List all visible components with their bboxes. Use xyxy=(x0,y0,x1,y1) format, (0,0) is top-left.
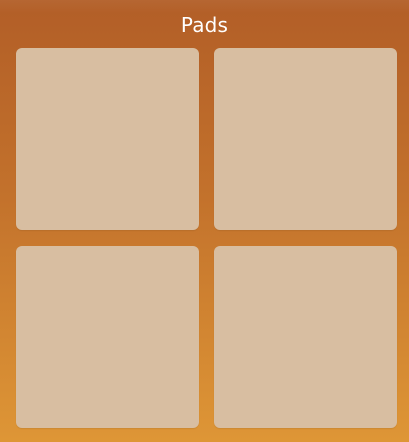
pad-2[interactable] xyxy=(214,48,397,230)
pad-3[interactable] xyxy=(16,246,199,428)
page-title: Pads xyxy=(180,13,229,37)
pad-4[interactable] xyxy=(214,246,397,428)
pad-grid xyxy=(16,48,397,428)
pads-screen: Pads xyxy=(0,0,409,442)
pad-1[interactable] xyxy=(16,48,199,230)
